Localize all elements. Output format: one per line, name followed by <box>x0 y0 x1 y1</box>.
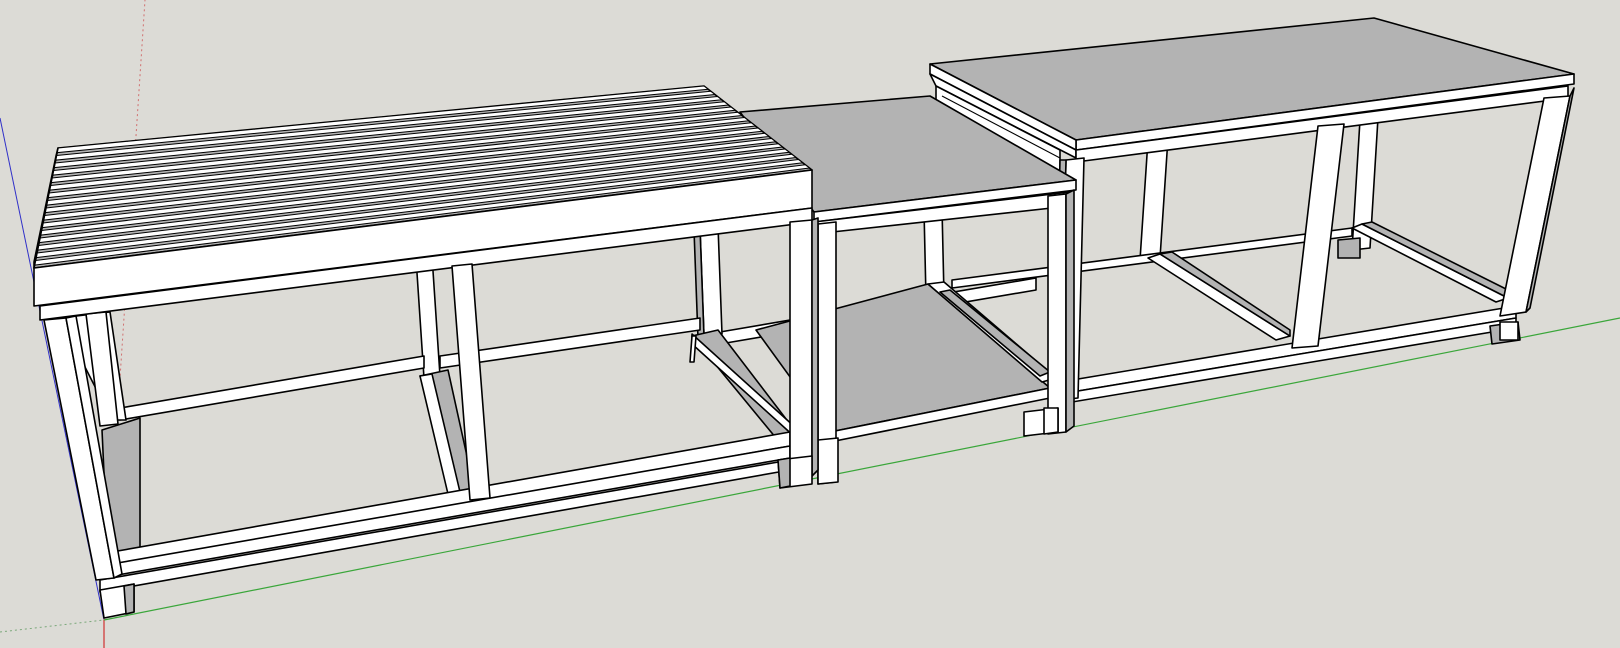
bench-front-leg-right <box>789 219 813 479</box>
tall-table-side-rail-right-shade <box>1361 221 1509 299</box>
green-axis-dotted-line <box>0 619 105 633</box>
model-canvas[interactable] <box>0 0 1620 648</box>
tall-table-back-leg-foot <box>1337 237 1361 259</box>
3d-modeling-viewport[interactable] <box>0 0 1620 648</box>
tall-table-back-leg-left <box>1139 137 1169 261</box>
middle-unit-front-leg-right <box>1047 193 1067 435</box>
middle-unit-front-leg-right-shade <box>1065 189 1075 433</box>
middle-unit-foot-left <box>817 437 839 485</box>
tall-table-side-rail-left-shade <box>1159 251 1291 337</box>
slatted-top-bench[interactable] <box>33 85 819 619</box>
tall-table-side-rail-right <box>1351 223 1509 303</box>
tall-table-side-rail-left <box>1147 253 1291 341</box>
middle-unit-foot-right-face <box>1043 407 1059 435</box>
tall-table-front-bottom-rail <box>1059 305 1517 395</box>
bench-front-leg-right-shade <box>811 217 819 477</box>
tall-table-foot-right-face <box>1499 321 1519 341</box>
bench-back-rail-left <box>119 355 425 421</box>
bench-foot-right-shade <box>777 457 791 489</box>
bench-lower-shelf-front <box>689 335 697 363</box>
bench-foot-left-shade <box>123 583 135 615</box>
